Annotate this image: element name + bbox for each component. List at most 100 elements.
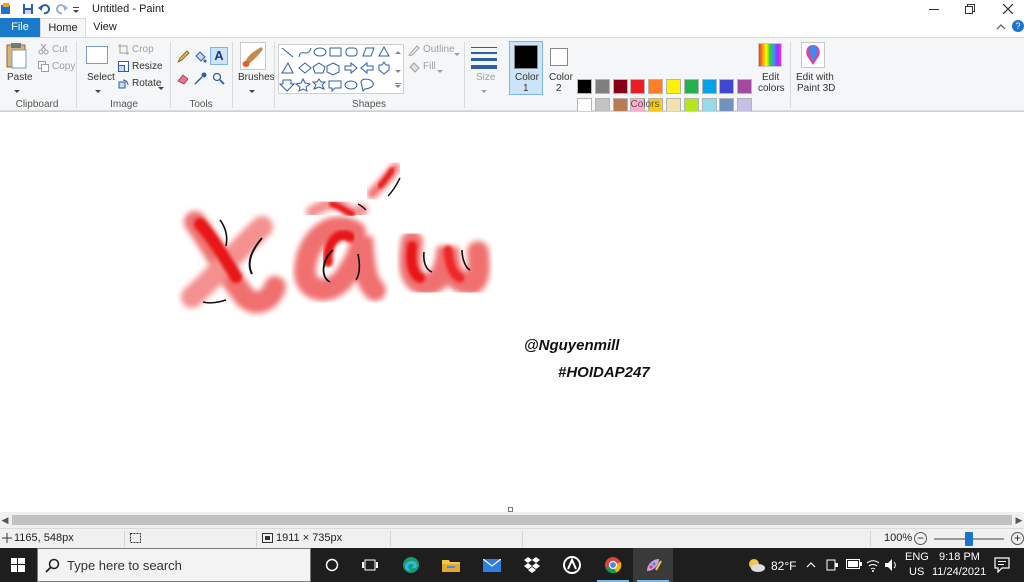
paste-icon[interactable] — [6, 42, 28, 70]
paint-taskbar-icon[interactable] — [633, 548, 673, 582]
chrome-icon[interactable] — [593, 548, 633, 582]
brushes-icon[interactable] — [240, 42, 266, 70]
battery-icon[interactable] — [846, 559, 862, 572]
weather-temperature[interactable]: 82°F — [771, 559, 796, 573]
paint3d-button[interactable]: Edit with — [796, 72, 834, 83]
size-dropdown-icon[interactable] — [481, 85, 487, 97]
collapse-ribbon-icon[interactable] — [996, 22, 1006, 34]
save-icon[interactable] — [22, 3, 34, 15]
clock-date[interactable]: 11/24/2021 — [932, 566, 986, 578]
zoom-slider-thumb[interactable] — [965, 532, 973, 546]
palette-swatch[interactable] — [683, 79, 699, 94]
tab-view[interactable]: View — [86, 18, 124, 37]
shapes-scroll-down-icon[interactable] — [395, 65, 401, 77]
fill-bucket-icon[interactable] — [194, 50, 207, 66]
brush-stroke-drawing — [181, 163, 490, 314]
edit-colors-button[interactable]: Edit — [762, 72, 779, 83]
magnifier-icon[interactable] — [212, 72, 225, 88]
weather-icon[interactable] — [746, 557, 766, 576]
shapes-expand-icon[interactable] — [395, 80, 401, 92]
size-button[interactable]: Size — [476, 72, 495, 83]
outline-button[interactable]: Outline — [423, 44, 455, 55]
dropbox-icon[interactable] — [512, 548, 552, 582]
show-hidden-icons-icon[interactable] — [806, 560, 816, 572]
paste-button[interactable]: Paste — [7, 72, 33, 83]
help-icon[interactable]: ? — [1012, 20, 1024, 32]
paint3d-icon[interactable] — [801, 42, 825, 68]
horizontal-scrollbar[interactable]: ◀ ▶ — [0, 512, 1024, 528]
shapes-gallery[interactable] — [278, 44, 404, 94]
close-button[interactable] — [990, 0, 1024, 18]
edit-colors-button-line2[interactable]: colors — [758, 83, 785, 94]
scroll-left-icon[interactable]: ◀ — [0, 514, 10, 526]
palette-swatch[interactable] — [612, 79, 628, 94]
size-icon[interactable] — [470, 44, 498, 70]
fill-button[interactable]: Fill — [423, 61, 436, 72]
restore-button[interactable] — [952, 0, 988, 18]
palette-swatch[interactable] — [630, 79, 646, 94]
file-explorer-icon[interactable] — [431, 548, 471, 582]
palette-swatch[interactable] — [701, 79, 717, 94]
customize-quick-access-icon[interactable] — [72, 3, 84, 15]
palette-swatch[interactable] — [666, 79, 681, 94]
drawing-canvas[interactable]: @Nguyenmill #HOIDAP247 — [0, 112, 1024, 512]
crop-icon — [118, 44, 129, 58]
window-title: Untitled - Paint — [92, 3, 165, 15]
eraser-icon[interactable] — [177, 72, 190, 88]
volume-icon[interactable] — [884, 558, 898, 575]
zoom-out-button[interactable]: − — [914, 532, 927, 545]
color2-label[interactable]: Color — [549, 72, 573, 83]
palette-swatch[interactable] — [737, 79, 753, 94]
scrollbar-thumb[interactable] — [12, 515, 1012, 525]
copy-button[interactable]: Copy — [52, 61, 75, 72]
redo-icon[interactable] — [56, 3, 68, 15]
tab-file[interactable]: File — [0, 18, 40, 37]
resize-button[interactable]: Resize — [132, 61, 163, 72]
rotate-dropdown-icon[interactable] — [158, 82, 164, 94]
brushes-button[interactable]: Brushes — [238, 72, 275, 83]
color2-swatch[interactable] — [550, 48, 568, 66]
canvas-size-icon — [262, 533, 274, 547]
notifications-icon[interactable] — [994, 557, 1010, 576]
brushes-dropdown-icon[interactable] — [249, 85, 255, 97]
edge-icon[interactable] — [391, 548, 431, 582]
scroll-right-icon[interactable]: ▶ — [1014, 514, 1024, 526]
tab-home[interactable]: Home — [40, 18, 86, 37]
ribbon: Paste Cut Copy Clipboard Select Crop Res… — [0, 37, 1024, 132]
status-divider — [522, 531, 523, 547]
minimize-button[interactable] — [916, 0, 952, 18]
palette-swatch[interactable] — [648, 79, 664, 94]
edit-colors-icon[interactable] — [758, 43, 782, 67]
wifi-icon[interactable] — [866, 558, 880, 575]
select-dropdown-icon[interactable] — [95, 85, 101, 97]
color-picker-icon[interactable] — [194, 72, 207, 88]
ribbon-tabs: File Home View ? — [0, 18, 1024, 37]
palette-swatch[interactable] — [577, 79, 592, 94]
task-view-icon[interactable] — [350, 548, 390, 582]
select-icon[interactable] — [86, 46, 108, 64]
palette-swatch[interactable] — [719, 79, 735, 94]
start-button[interactable] — [0, 548, 36, 582]
undo-icon[interactable] — [38, 3, 50, 15]
shapes-scroll-up-icon[interactable] — [395, 46, 401, 58]
taskbar-search-box[interactable]: Type here to search — [37, 548, 311, 582]
select-button[interactable]: Select — [87, 72, 115, 83]
keyboard-layout-indicator[interactable]: US — [909, 566, 924, 578]
pencil-icon[interactable] — [177, 50, 190, 66]
meet-now-icon[interactable] — [826, 558, 838, 575]
mail-icon[interactable] — [472, 548, 512, 582]
cut-button[interactable]: Cut — [52, 44, 68, 55]
text-tool-icon[interactable]: A — [210, 47, 228, 65]
crop-button[interactable]: Crop — [132, 44, 154, 55]
zoom-in-button[interactable]: + — [1011, 532, 1024, 545]
shield-app-icon[interactable] — [552, 548, 592, 582]
paint3d-button-line2[interactable]: Paint 3D — [797, 83, 835, 94]
clock-time[interactable]: 9:18 PM — [939, 551, 980, 563]
palette-swatch[interactable] — [594, 79, 610, 94]
outline-dropdown-icon[interactable] — [454, 48, 460, 60]
fill-dropdown-icon[interactable] — [437, 65, 443, 77]
cortana-icon[interactable] — [312, 548, 352, 582]
language-indicator[interactable]: ENG — [905, 551, 929, 563]
paste-dropdown-icon[interactable] — [14, 85, 20, 97]
search-placeholder: Type here to search — [67, 558, 182, 573]
